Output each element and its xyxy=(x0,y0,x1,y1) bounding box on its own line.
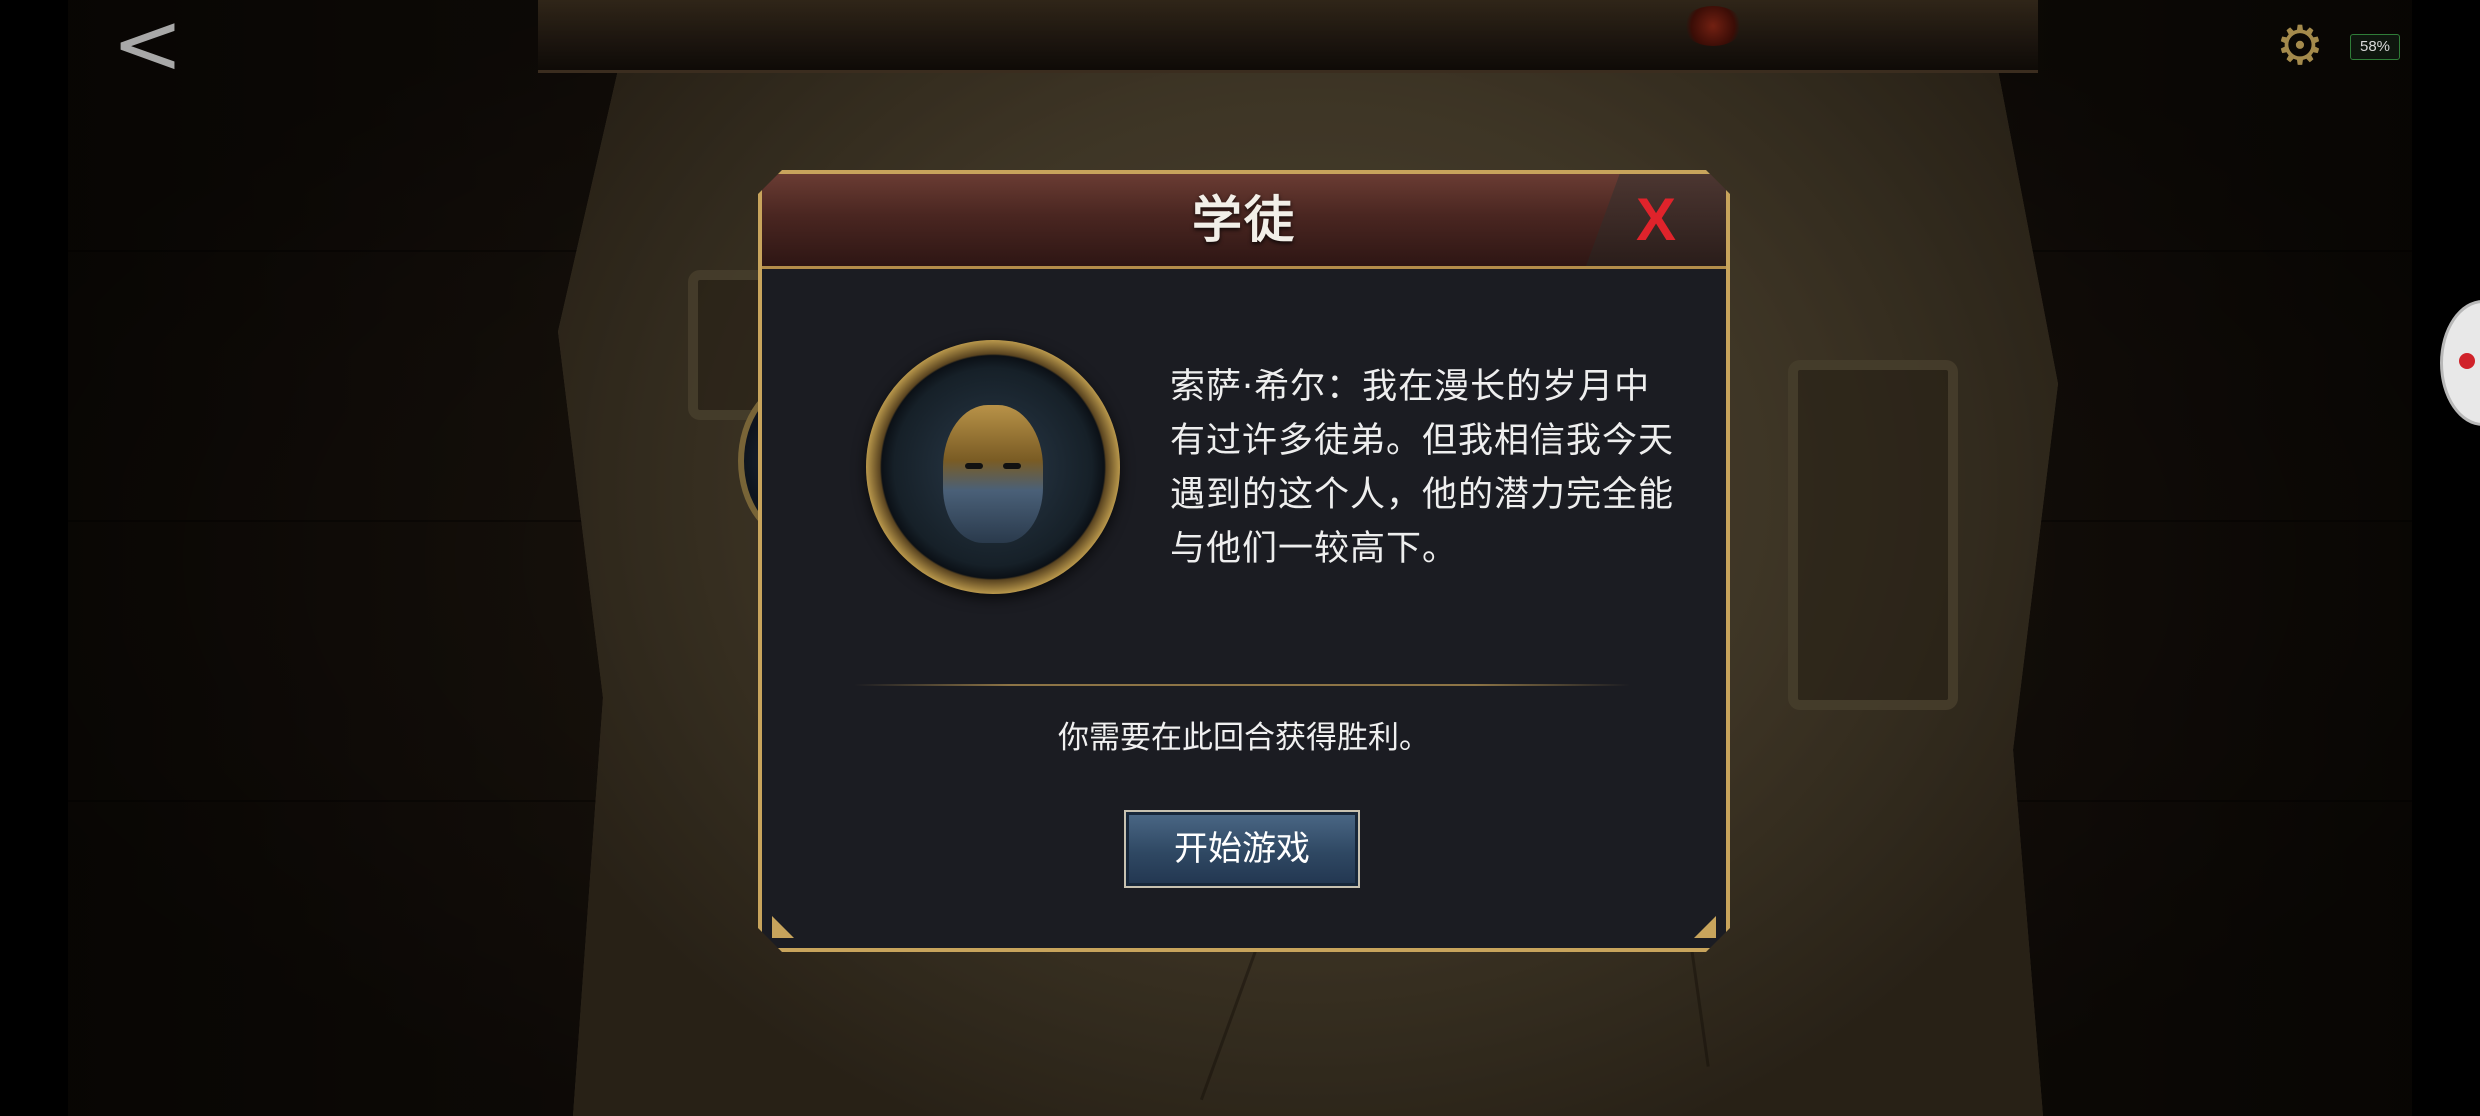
battery-indicator: 58% xyxy=(2350,34,2400,60)
dialog-title: 学徒 xyxy=(1192,191,1296,249)
start-game-button[interactable]: 开始游戏 xyxy=(1124,810,1360,888)
back-arrow-icon[interactable]: < xyxy=(100,1,195,87)
speaker-quote: 索萨·希尔：我在漫长的岁月中有过许多徒弟。但我相信我今天遇到的这个人，他的潜力完… xyxy=(1170,367,1675,569)
apprentice-dialog: 学徒 X 索萨·希尔：我在漫长的岁月中有过许多徒弟。但我相信我今天遇到的这个人，… xyxy=(758,170,1730,952)
dialog-divider xyxy=(854,684,1630,686)
gear-icon[interactable]: ⚙ xyxy=(2272,18,2328,74)
portrait-eye xyxy=(965,463,983,469)
character-portrait xyxy=(866,340,1120,594)
portrait-eye xyxy=(1003,463,1021,469)
corner-ornament xyxy=(772,916,794,938)
corner-ornament xyxy=(1694,916,1716,938)
objective-text: 你需要在此回合获得胜利。 xyxy=(1058,720,1430,756)
portrait-face xyxy=(943,405,1043,543)
floating-assist-button[interactable] xyxy=(2440,300,2480,426)
assist-red-dot-icon xyxy=(2459,353,2475,369)
close-icon[interactable]: X xyxy=(1586,174,1726,266)
